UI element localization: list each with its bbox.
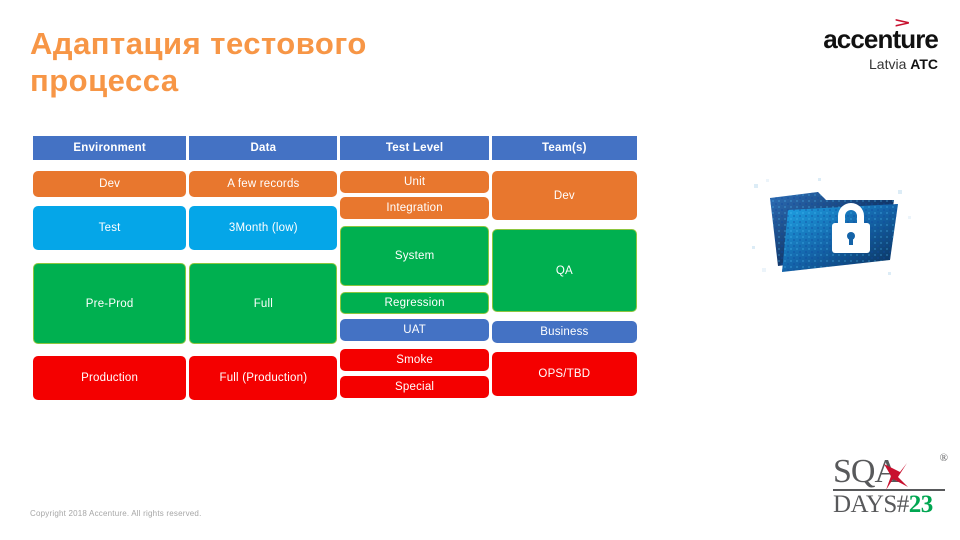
page-title-line-1: Адаптация тестового — [30, 26, 367, 61]
folder-lock-icon — [748, 176, 916, 280]
table-cell: QA — [491, 229, 637, 312]
table-cell: OPS/TBD — [491, 352, 637, 396]
page-title-line-2: процесса — [30, 62, 179, 98]
registered-trademark-icon: ® — [939, 452, 948, 464]
sqa-days-logo: SQA ® DAYS#23 — [833, 452, 948, 517]
copyright-notice: Copyright 2018 Accenture. All rights res… — [30, 509, 202, 518]
table-cell: Special — [340, 376, 489, 398]
table-header-test-level: Test Level — [340, 136, 489, 160]
accenture-subtitle-region: Latvia — [869, 56, 911, 72]
table-cell: Test — [33, 206, 187, 250]
accenture-brand-text: accenture — [823, 24, 939, 54]
table-column-environment: Dev Test Pre-Prod Production — [33, 171, 187, 400]
table-cell: Dev — [491, 171, 637, 220]
table-cell: Smoke — [340, 349, 489, 371]
table-cell: Production — [33, 356, 187, 400]
sqa-swoosh-icon — [884, 463, 908, 490]
accenture-wordmark: > accenture — [823, 16, 939, 54]
table-cell: Dev — [33, 171, 187, 197]
accenture-subtitle-unit: ATC — [910, 56, 938, 72]
process-adaptation-table: Environment Data Test Level Team(s) Dev Test… — [33, 136, 637, 400]
accenture-arrow-icon: > — [892, 15, 911, 32]
table-header-row: Environment Data Test Level Team(s) — [33, 136, 637, 160]
table-column-data: A few records 3Month (low) Full Full (Produ… — [189, 171, 338, 400]
sqa-logo-top: SQA ® — [833, 452, 948, 490]
table-cell: Full — [189, 263, 338, 344]
table-column-teams: Dev QA Business OPS/TBD — [491, 171, 637, 396]
table-cell: Business — [491, 321, 637, 343]
page-title: Адаптация тестового процесса — [30, 26, 550, 99]
slide-canvas: Адаптация тестового процесса > accenture… — [0, 0, 960, 540]
table-header-teams: Team(s) — [491, 136, 637, 160]
table-cell: A few records — [189, 171, 338, 197]
table-cell: Regression — [340, 292, 489, 314]
table-column-test-level: Unit Integration System Regression UAT Smoke S… — [340, 171, 489, 398]
table-cell: Full (Production) — [189, 356, 338, 400]
sqa-edition-number: 23 — [908, 491, 934, 519]
table-header-environment: Environment — [33, 136, 187, 160]
accenture-logo: > accenture Latvia ATC — [798, 16, 939, 72]
table-cell: 3Month (low) — [189, 206, 338, 250]
table-header-data: Data — [189, 136, 338, 160]
table-cell: System — [340, 226, 489, 286]
sqa-logo-bottom: DAYS#23 — [833, 492, 945, 517]
table-cell: Integration — [340, 197, 489, 219]
table-body: Dev Test Pre-Prod Production A few records 3M… — [33, 171, 637, 400]
table-cell: UAT — [340, 319, 489, 341]
table-cell: Pre-Prod — [33, 263, 187, 344]
accenture-subtitle: Latvia ATC — [798, 56, 938, 72]
table-cell: Unit — [340, 171, 489, 193]
sqa-days-text: DAYS# — [833, 491, 909, 519]
